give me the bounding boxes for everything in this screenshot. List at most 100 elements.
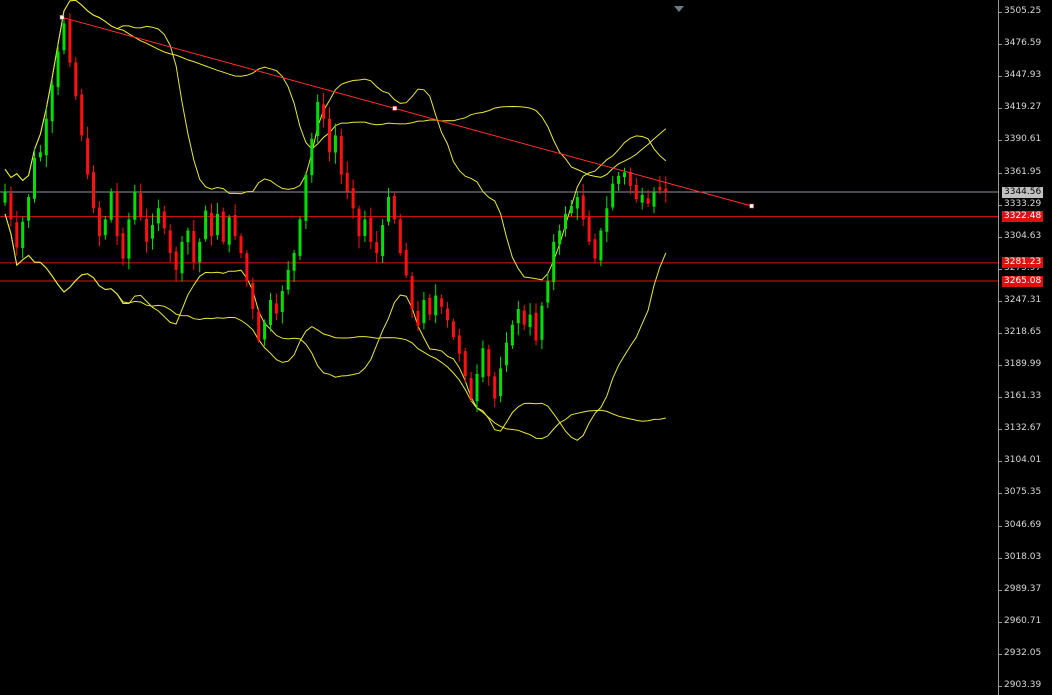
price-tick-label: 3333.29 (1004, 198, 1042, 209)
candle (581, 183, 585, 227)
candle-body (422, 300, 426, 324)
candle (434, 284, 438, 324)
candle (328, 107, 331, 162)
candle (15, 211, 19, 256)
candle-body (50, 85, 54, 122)
price-tick (999, 108, 1002, 110)
price-chart[interactable] (0, 0, 999, 695)
candle-body (505, 342, 508, 366)
candle-body (38, 152, 42, 158)
current-price-tag: 3344.56 (1002, 186, 1044, 198)
candle-body (646, 198, 650, 204)
candle-body (322, 104, 326, 119)
price-tick-label: 3218.65 (1004, 327, 1042, 337)
candle (422, 291, 426, 330)
candle (74, 56, 78, 101)
candle-body (569, 206, 573, 214)
candle-body (387, 197, 390, 222)
candle (310, 132, 314, 183)
candle (263, 319, 267, 346)
bollinger-lower (4, 213, 667, 441)
candle (162, 205, 166, 235)
candle-body (528, 314, 532, 328)
candle-body (9, 193, 13, 220)
candle-body (162, 211, 166, 229)
candle (121, 227, 125, 266)
candle-body (133, 191, 137, 220)
candle-body (546, 281, 550, 303)
candle (522, 304, 526, 331)
candle (564, 206, 567, 237)
candle-body (192, 230, 196, 263)
candle (180, 235, 184, 282)
candle-body (274, 303, 278, 314)
candle (50, 78, 54, 134)
price-tick-label: 3505.25 (1004, 6, 1042, 16)
candle-body (109, 191, 113, 220)
candle-body (168, 230, 172, 254)
trendline-anchor[interactable] (59, 15, 65, 20)
trendline-line[interactable] (61, 16, 752, 207)
candle (233, 204, 237, 240)
candle-body (540, 305, 544, 340)
candle-body (611, 183, 615, 208)
candle-body (623, 172, 626, 178)
price-tick (999, 44, 1002, 46)
price-axis[interactable]: 3505.25 3476.59 3447.93 3419.27 3390.61 3361.… (999, 0, 1052, 695)
trendline-anchor[interactable] (392, 106, 397, 111)
horizontal-levels (0, 191, 999, 282)
candle (103, 215, 107, 240)
candle-body (198, 241, 202, 263)
candle (363, 210, 367, 243)
candle (186, 227, 190, 255)
price-tick-label: 3247.31 (1004, 294, 1042, 305)
candle (80, 88, 84, 142)
candle (304, 172, 308, 230)
candle-body (469, 378, 473, 399)
candle (274, 293, 278, 321)
candle (416, 301, 420, 332)
candle (552, 234, 556, 291)
candle (652, 187, 656, 214)
candle-body (487, 349, 491, 377)
candle (62, 18, 66, 55)
trendline[interactable] (59, 15, 754, 209)
candle (404, 242, 408, 279)
candle (92, 165, 95, 213)
candle-body (15, 222, 19, 248)
candle-body (215, 213, 219, 236)
candle (369, 207, 373, 250)
price-tick (999, 461, 1002, 463)
candle-body (404, 249, 408, 276)
candle (168, 224, 172, 263)
price-tick (999, 236, 1002, 238)
price-tick-label: 2960.71 (1004, 615, 1042, 626)
candle (145, 208, 149, 253)
candle-body (221, 211, 225, 242)
trendline-anchor[interactable] (749, 203, 754, 209)
candle-body (534, 312, 538, 341)
candle-body (316, 101, 320, 137)
candle (593, 233, 597, 264)
candle (174, 246, 178, 282)
candle (339, 128, 343, 184)
candle (215, 202, 219, 240)
candle (469, 371, 473, 402)
chart-window[interactable]: 3505.25 3476.59 3447.93 3419.27 3390.61 3361.… (0, 0, 1052, 695)
candle-body (3, 191, 7, 203)
price-tick-label: 3104.01 (1004, 455, 1042, 466)
candle-body (304, 174, 308, 221)
candle (33, 148, 36, 203)
candle (68, 13, 72, 68)
candle (251, 277, 255, 320)
candle (634, 177, 638, 203)
candle-body (446, 308, 449, 321)
chart-shift-marker-icon[interactable] (674, 6, 684, 12)
candle-body (640, 194, 644, 203)
candle-body (156, 208, 160, 224)
candle-body (44, 118, 48, 156)
price-tick (999, 300, 1002, 302)
price-tick (999, 204, 1002, 206)
candle-body (410, 276, 414, 310)
candle (487, 344, 491, 386)
